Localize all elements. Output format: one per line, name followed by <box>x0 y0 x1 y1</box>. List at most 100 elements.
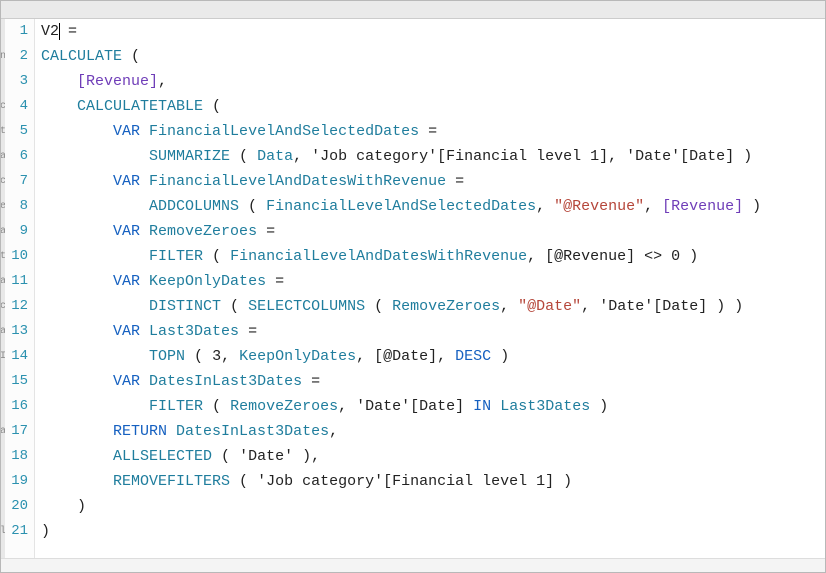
token-op: , <box>293 148 311 165</box>
token-op <box>41 248 149 265</box>
line-number: 5 <box>1 119 28 144</box>
token-fn: DISTINCT <box>149 298 221 315</box>
code-line[interactable]: RETURN DatesInLast3Dates, <box>41 419 825 444</box>
line-number: 1 <box>1 19 28 44</box>
code-line[interactable]: CALCULATE ( <box>41 44 825 69</box>
token-kw-var: VAR <box>113 173 140 190</box>
token-ident: Last3Dates <box>500 398 590 415</box>
token-op <box>41 373 113 390</box>
code-line[interactable]: ADDCOLUMNS ( FinancialLevelAndSelectedDa… <box>41 194 825 219</box>
token-op: <> <box>635 248 671 265</box>
token-kw-var: DESC <box>455 348 491 365</box>
token-op: = <box>239 323 257 340</box>
token-op <box>140 323 149 340</box>
token-op: ( <box>212 448 239 465</box>
token-op: ( <box>365 298 392 315</box>
token-ident: FinancialLevelAndDatesWithRevenue <box>230 248 527 265</box>
token-op: , <box>581 298 599 315</box>
token-measure: [Revenue] <box>77 73 158 90</box>
token-col: 'Job category'[Financial level 1] <box>311 148 608 165</box>
line-number: 18 <box>1 444 28 469</box>
token-op: ( <box>221 298 248 315</box>
code-lines[interactable]: V2 = CALCULATE ( [Revenue], CALCULATETAB… <box>35 19 825 558</box>
code-line[interactable]: VAR DatesInLast3Dates = <box>41 369 825 394</box>
code-line[interactable]: ) <box>41 494 825 519</box>
line-number: 9 <box>1 219 28 244</box>
token-fn: REMOVEFILTERS <box>113 473 230 490</box>
token-op <box>41 223 113 240</box>
token-fn: FILTER <box>149 248 203 265</box>
line-number: 20 <box>1 494 28 519</box>
code-line[interactable]: VAR RemoveZeroes = <box>41 219 825 244</box>
token-col: 'Date'[Date] <box>626 148 734 165</box>
token-fn: SUMMARIZE <box>149 148 230 165</box>
token-op: V2 <box>41 23 59 40</box>
token-op <box>41 348 149 365</box>
token-op <box>140 223 149 240</box>
token-fn: TOPN <box>149 348 185 365</box>
code-line[interactable]: TOPN ( 3, KeepOnlyDates, [@Date], DESC ) <box>41 344 825 369</box>
line-number: 11 <box>1 269 28 294</box>
token-op: ( <box>203 98 221 115</box>
code-line[interactable]: VAR KeepOnlyDates = <box>41 269 825 294</box>
token-op <box>41 423 113 440</box>
token-kw-var: VAR <box>113 373 140 390</box>
line-number-gutter: nichtaiceahtaicaIal 12345678910111213141… <box>1 19 35 558</box>
code-line[interactable]: DISTINCT ( SELECTCOLUMNS ( RemoveZeroes,… <box>41 294 825 319</box>
token-op: ) <box>590 398 608 415</box>
token-op <box>41 98 77 115</box>
line-number: 7 <box>1 169 28 194</box>
token-op: ) ) <box>707 298 743 315</box>
token-op <box>41 123 113 140</box>
line-number: 2 <box>1 44 28 69</box>
token-op: , <box>221 348 239 365</box>
token-op <box>167 423 176 440</box>
token-op: ) <box>734 148 752 165</box>
code-line[interactable]: VAR Last3Dates = <box>41 319 825 344</box>
token-op <box>41 448 113 465</box>
code-line[interactable]: VAR FinancialLevelAndDatesWithRevenue = <box>41 169 825 194</box>
token-op: = <box>419 123 437 140</box>
token-ident: KeepOnlyDates <box>239 348 356 365</box>
token-ident: RemoveZeroes <box>149 223 257 240</box>
code-line[interactable]: FILTER ( RemoveZeroes, 'Date'[Date] IN L… <box>41 394 825 419</box>
code-line[interactable]: [Revenue], <box>41 69 825 94</box>
token-op: ) <box>743 198 761 215</box>
token-ident: FinancialLevelAndDatesWithRevenue <box>149 173 446 190</box>
gutter-left-edge: nichtaiceahtaicaIal <box>1 19 5 558</box>
token-op: , <box>338 398 356 415</box>
token-op: ( <box>239 198 266 215</box>
token-op: ) <box>41 498 86 515</box>
line-number: 21 <box>1 519 28 544</box>
code-line[interactable]: SUMMARIZE ( Data, 'Job category'[Financi… <box>41 144 825 169</box>
token-kw-var: RETURN <box>113 423 167 440</box>
code-line[interactable]: V2 = <box>41 19 825 44</box>
token-fn: SELECTCOLUMNS <box>248 298 365 315</box>
token-op: ) <box>680 248 698 265</box>
token-col: [@Revenue] <box>545 248 635 265</box>
line-number: 19 <box>1 469 28 494</box>
code-area[interactable]: nichtaiceahtaicaIal 12345678910111213141… <box>1 19 825 558</box>
token-col: 'Job category'[Financial level 1] <box>257 473 554 490</box>
footer-edge <box>1 558 825 572</box>
line-number: 17 <box>1 419 28 444</box>
token-op: ( <box>203 248 230 265</box>
token-op <box>140 273 149 290</box>
code-line[interactable]: ALLSELECTED ( 'Date' ), <box>41 444 825 469</box>
code-line[interactable]: FILTER ( FinancialLevelAndDatesWithReven… <box>41 244 825 269</box>
token-op <box>41 173 113 190</box>
token-str: "@Date" <box>518 298 581 315</box>
line-number: 4 <box>1 94 28 119</box>
token-kw-var: VAR <box>113 273 140 290</box>
code-line[interactable]: ) <box>41 519 825 544</box>
code-line[interactable]: CALCULATETABLE ( <box>41 94 825 119</box>
line-number: 3 <box>1 69 28 94</box>
token-ident: DatesInLast3Dates <box>149 373 302 390</box>
token-op: , <box>437 348 455 365</box>
token-ident: RemoveZeroes <box>230 398 338 415</box>
token-op: ) <box>41 523 50 540</box>
code-line[interactable]: REMOVEFILTERS ( 'Job category'[Financial… <box>41 469 825 494</box>
code-line[interactable]: VAR FinancialLevelAndSelectedDates = <box>41 119 825 144</box>
token-op <box>464 398 473 415</box>
token-kw-var: IN <box>473 398 491 415</box>
